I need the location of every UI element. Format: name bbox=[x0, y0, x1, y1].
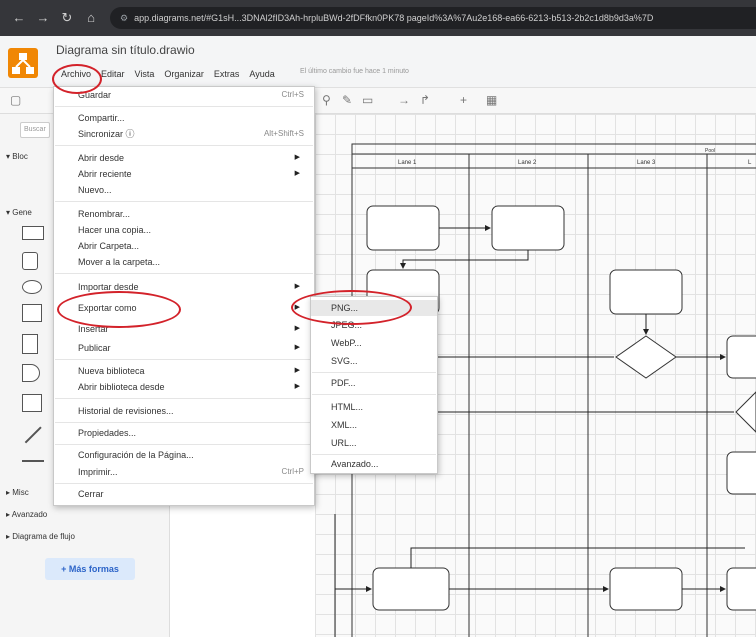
shape-line[interactable] bbox=[24, 426, 42, 444]
process-box bbox=[609, 269, 683, 315]
pool-label: Pool bbox=[705, 148, 715, 154]
lane-label: L bbox=[748, 160, 752, 166]
process-box bbox=[726, 567, 756, 611]
browser-toolbar: ← → ↻ ⌂ ⚙ app.diagrams.net/#G1sH...3DNAl2… bbox=[0, 0, 756, 36]
export-avanzado[interactable]: Avanzado... bbox=[311, 456, 437, 472]
shape-table[interactable] bbox=[22, 304, 42, 322]
menu-item-propiedades[interactable]: Propiedades... bbox=[54, 425, 314, 441]
site-info-icon[interactable]: ⚙ bbox=[120, 13, 128, 23]
process-box bbox=[491, 205, 565, 251]
shape-delay[interactable] bbox=[22, 364, 40, 382]
table-icon[interactable]: ▦ bbox=[486, 93, 497, 107]
shape-document[interactable] bbox=[22, 334, 38, 354]
menu-item-hacer-copia[interactable]: Hacer una copia... bbox=[54, 222, 314, 238]
menu-archivo[interactable]: Archivo bbox=[56, 67, 96, 81]
app-header: Diagrama sin título.drawio Archivo Edita… bbox=[0, 36, 756, 88]
shape-search-input[interactable]: Buscar bbox=[20, 122, 50, 138]
forward-icon[interactable]: → bbox=[34, 9, 52, 27]
shadow-icon[interactable]: ▭ bbox=[362, 93, 373, 107]
menu-item-insertar[interactable]: Insertar ▶ bbox=[54, 321, 314, 337]
export-pdf[interactable]: PDF... bbox=[311, 375, 437, 391]
process-box bbox=[366, 205, 440, 251]
menu-editar[interactable]: Editar bbox=[96, 67, 130, 81]
shape-horizontal-line[interactable] bbox=[22, 460, 44, 462]
process-box bbox=[726, 335, 756, 379]
menu-item-historial[interactable]: Historial de revisiones... bbox=[54, 403, 314, 419]
shape-card[interactable] bbox=[22, 394, 42, 412]
fill-color-icon[interactable]: ⚲ bbox=[322, 93, 331, 107]
export-webp[interactable]: WebP... bbox=[311, 335, 437, 351]
section-general[interactable]: ▾ Gene bbox=[6, 208, 32, 217]
section-advanced[interactable]: ▸ Avanzado bbox=[6, 510, 47, 519]
panel-toggle-icon[interactable]: ▢ bbox=[10, 93, 21, 107]
reload-icon[interactable]: ↻ bbox=[58, 9, 76, 27]
menu-item-renombrar[interactable]: Renombrar... bbox=[54, 206, 314, 222]
connector bbox=[410, 547, 745, 568]
archivo-menu: Guardar Ctrl+S Compartir... Sincronizar ⓘ… bbox=[53, 86, 315, 506]
process-box bbox=[372, 567, 450, 611]
lane-label: Lane 3 bbox=[637, 160, 656, 166]
connector bbox=[400, 250, 529, 269]
decision-diamond bbox=[735, 391, 756, 433]
process-box bbox=[726, 451, 756, 495]
menu-item-sincronizar[interactable]: Sincronizar ⓘ Alt+Shift+S bbox=[54, 126, 314, 142]
menu-item-abrir-desde[interactable]: Abrir desde ▶ bbox=[54, 150, 314, 166]
export-xml[interactable]: XML... bbox=[311, 417, 437, 433]
home-icon[interactable]: ⌂ bbox=[82, 9, 100, 27]
menu-item-compartir[interactable]: Compartir... bbox=[54, 110, 314, 126]
export-png[interactable]: PNG... bbox=[311, 300, 437, 316]
menu-item-imprimir[interactable]: Imprimir... Ctrl+P bbox=[54, 464, 314, 480]
menu-item-abrir-reciente[interactable]: Abrir reciente ▶ bbox=[54, 166, 314, 182]
menu-bar: Archivo Editar Vista Organizar Extras Ay… bbox=[56, 67, 280, 81]
menu-item-cerrar[interactable]: Cerrar bbox=[54, 486, 314, 502]
menu-extras[interactable]: Extras bbox=[209, 67, 245, 81]
line-color-icon[interactable]: ✎ bbox=[342, 93, 352, 107]
insert-icon[interactable]: + bbox=[460, 93, 467, 107]
menu-vista[interactable]: Vista bbox=[130, 67, 160, 81]
last-change-notice[interactable]: El último cambio fue hace 1 minuto bbox=[300, 68, 409, 75]
more-shapes-button[interactable]: + Más formas bbox=[45, 558, 135, 580]
menu-organizar[interactable]: Organizar bbox=[159, 67, 209, 81]
url-text: app.diagrams.net/#G1sH...3DNAl2fID3Ah-hr… bbox=[134, 13, 654, 23]
export-submenu: PNG... JPEG... WebP... SVG... PDF... HTM… bbox=[310, 296, 438, 474]
menu-item-mover-carpeta[interactable]: Mover a la carpeta... bbox=[54, 254, 314, 270]
section-flowchart[interactable]: ▸ Diagrama de flujo bbox=[6, 532, 75, 541]
back-icon[interactable]: ← bbox=[10, 9, 28, 27]
export-html[interactable]: HTML... bbox=[311, 399, 437, 415]
menu-item-importar-desde[interactable]: Importar desde ▶ bbox=[54, 279, 314, 295]
menu-item-config-pagina[interactable]: Configuración de la Página... bbox=[54, 447, 314, 463]
connection-icon[interactable]: → bbox=[398, 93, 410, 107]
menu-ayuda[interactable]: Ayuda bbox=[244, 67, 279, 81]
menu-item-guardar[interactable]: Guardar Ctrl+S bbox=[54, 87, 314, 103]
drawio-logo-icon bbox=[8, 48, 38, 78]
menu-item-nuevo[interactable]: Nuevo... bbox=[54, 182, 314, 198]
address-bar[interactable]: ⚙ app.diagrams.net/#G1sH...3DNAl2fID3Ah-h… bbox=[110, 7, 756, 29]
section-misc[interactable]: ▸ Misc bbox=[6, 488, 29, 497]
menu-item-publicar[interactable]: Publicar ▶ bbox=[54, 340, 314, 356]
export-url[interactable]: URL... bbox=[311, 435, 437, 451]
shape-rounded-rect[interactable] bbox=[22, 252, 38, 270]
lane-label: Lane 1 bbox=[398, 160, 417, 166]
export-jpeg[interactable]: JPEG... bbox=[311, 317, 437, 333]
process-box bbox=[609, 567, 683, 611]
menu-item-abrir-carpeta[interactable]: Abrir Carpeta... bbox=[54, 238, 314, 254]
waypoints-icon[interactable]: ↱ bbox=[420, 93, 430, 107]
lane-label: Lane 2 bbox=[518, 160, 537, 166]
shape-rectangle[interactable] bbox=[22, 226, 44, 240]
menu-item-nueva-biblioteca[interactable]: Nueva biblioteca ▶ bbox=[54, 363, 314, 379]
document-title[interactable]: Diagrama sin título.drawio bbox=[56, 43, 195, 57]
export-svg[interactable]: SVG... bbox=[311, 353, 437, 369]
menu-item-exportar-como[interactable]: Exportar como ▶ bbox=[54, 300, 314, 316]
menu-item-abrir-biblioteca[interactable]: Abrir biblioteca desde ▶ bbox=[54, 379, 314, 395]
section-scratchpad[interactable]: ▾ Bloc bbox=[6, 152, 28, 161]
decision-diamond bbox=[615, 335, 677, 379]
shape-ellipse[interactable] bbox=[22, 280, 42, 294]
